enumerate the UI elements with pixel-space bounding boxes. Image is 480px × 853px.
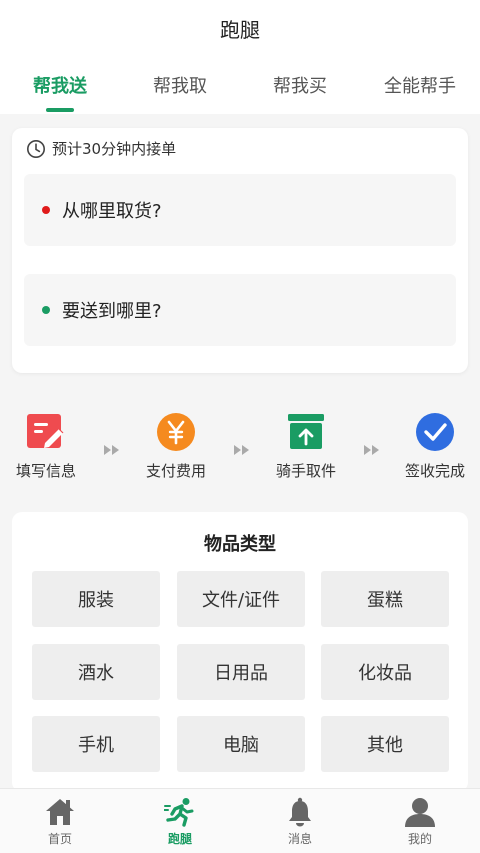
user-icon [404,796,436,828]
step-sign-complete: 签收完成 [387,412,480,481]
home-icon [44,796,76,828]
service-tabs: 帮我送 帮我取 帮我买 全能帮手 [0,56,480,114]
step-label: 骑手取件 [275,462,336,480]
item-type-clothing[interactable]: 服装 [32,571,160,627]
page-title: 跑腿 [220,17,260,42]
tabbar-label: 首页 [47,831,72,846]
item-type-cake[interactable]: 蛋糕 [321,571,449,627]
step-rider-pickup: 骑手取件 [258,412,354,481]
double-arrow-icon [234,445,249,455]
clock-icon [27,139,45,158]
eta-line: 预计30分钟内接单 [26,138,176,159]
edit-form-icon [26,412,66,452]
yuan-coin-icon [156,412,196,452]
tab-all-round-helper[interactable]: 全能帮手 [360,56,480,114]
app-header: 跑腿 [0,0,480,56]
step-fill-info: 填写信息 [0,412,94,481]
pickup-box-icon [286,412,326,452]
item-type-phone[interactable]: 手机 [32,716,160,772]
step-label: 签收完成 [404,462,465,480]
check-circle-icon [415,412,455,452]
item-type-other[interactable]: 其他 [321,716,449,772]
step-pay: 支付费用 [128,412,224,481]
bell-icon [284,796,316,828]
tabbar-profile[interactable]: 我的 [360,789,480,853]
item-type-alcohol[interactable]: 酒水 [32,644,160,700]
order-process-steps: 填写信息 支付费用 骑手取件 签收完成 [0,412,480,492]
item-type-title: 物品类型 [204,534,276,555]
tab-fetch[interactable]: 帮我取 [120,56,240,114]
tabbar-messages[interactable]: 消息 [240,789,360,853]
item-type-card: 物品类型 服装 文件/证件 蛋糕 酒水 日用品 化妆品 手机 电脑 其他 [12,512,468,792]
pickup-address-field[interactable]: 从哪里取货? [24,174,456,246]
item-type-computer[interactable]: 电脑 [177,716,305,772]
tabbar-label: 消息 [287,831,312,846]
address-card: 预计30分钟内接单 从哪里取货? 要送到哪里? [12,128,468,373]
dropoff-dot [42,306,50,314]
runner-icon [164,796,196,828]
dropoff-placeholder: 要送到哪里? [62,301,162,322]
pickup-dot [42,206,50,214]
pickup-placeholder: 从哪里取货? [62,201,162,222]
tab-buy[interactable]: 帮我买 [240,56,360,114]
tabbar-errand[interactable]: 跑腿 [120,789,240,853]
step-label: 填写信息 [15,462,76,480]
double-arrow-icon [104,445,119,455]
double-arrow-icon [364,445,379,455]
tabbar-label: 我的 [407,831,432,846]
item-type-daily-goods[interactable]: 日用品 [177,644,305,700]
dropoff-address-field[interactable]: 要送到哪里? [24,274,456,346]
eta-text: 预计30分钟内接单 [52,140,177,158]
item-type-documents[interactable]: 文件/证件 [177,571,305,627]
tabbar-label: 跑腿 [167,831,192,846]
step-label: 支付费用 [145,462,206,480]
tab-deliver[interactable]: 帮我送 [0,56,120,114]
bottom-tab-bar: 首页 跑腿 消息 我的 [0,788,480,853]
item-type-cosmetics[interactable]: 化妆品 [321,644,449,700]
tabbar-home[interactable]: 首页 [0,789,120,853]
